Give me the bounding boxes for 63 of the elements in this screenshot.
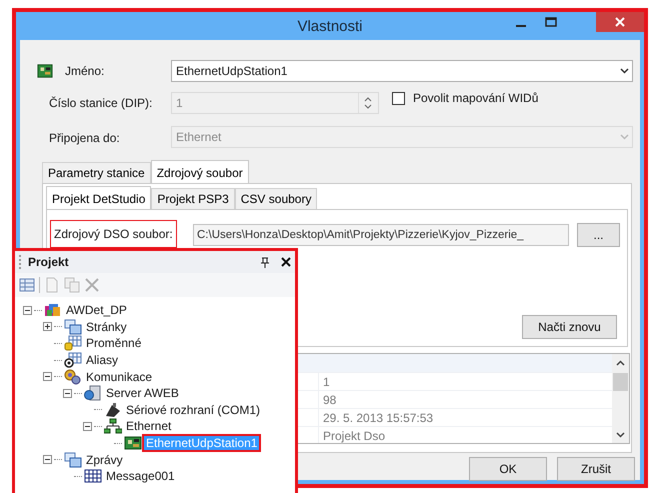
- gears-icon: [64, 368, 82, 385]
- tab[interactable]: Projekt DetStudio: [46, 186, 152, 210]
- connected-to-label: Připojena do:: [49, 130, 120, 144]
- tree-item[interactable]: AWDet_DP: [64, 303, 129, 318]
- scroll-down-icon[interactable]: [616, 432, 625, 438]
- network-tree-icon: [104, 418, 122, 434]
- dialog-button[interactable]: Zrušit: [557, 457, 635, 481]
- collapse-toggle[interactable]: [43, 455, 52, 464]
- scroll-thumb[interactable]: [613, 373, 628, 391]
- collapse-toggle[interactable]: [83, 422, 92, 431]
- table-cell: 29. 5. 2013 15:57:53: [318, 409, 434, 426]
- maximize-icon: [545, 17, 557, 27]
- tree-item[interactable]: Ethernet: [124, 419, 174, 434]
- table-cell: 98: [318, 391, 336, 408]
- checkbox[interactable]: [392, 92, 405, 104]
- checkbox-label: Povolit mapování WIDů: [413, 91, 538, 105]
- table-cylinder-icon: [64, 335, 82, 352]
- window-title: Vlastnosti: [297, 18, 363, 34]
- pin-icon: [261, 256, 269, 268]
- source-path-field[interactable]: C:\Users\Honza\Desktop\Amit\Projekty\Pizzerie\Kyjov_Pizzerie_: [193, 224, 569, 246]
- tab[interactable]: Projekt PSP3: [151, 188, 235, 209]
- reload-button[interactable]: Načti znovu: [522, 315, 617, 339]
- tree-item[interactable]: Komunikace: [84, 370, 154, 384]
- tab[interactable]: Parametry stanice: [42, 162, 151, 183]
- panel-title: Projekt: [28, 255, 70, 269]
- circuit-board-icon: [124, 435, 142, 452]
- expand-toggle[interactable]: [43, 322, 52, 332]
- collapse-toggle[interactable]: [43, 372, 52, 382]
- tree-item[interactable]: Server AWEB: [104, 386, 181, 400]
- source-file-label: Zdrojový DSO soubor:: [50, 220, 177, 248]
- connector-plug-icon: [104, 402, 122, 418]
- tree-item[interactable]: Proměnné: [84, 336, 144, 350]
- tree-item[interactable]: Message001: [104, 469, 177, 484]
- minimize-icon: [516, 25, 526, 27]
- tab[interactable]: Zdrojový soubor: [150, 160, 249, 184]
- table-cell: 1: [318, 373, 330, 390]
- name-combobox[interactable]: EthernetUdpStation1: [171, 60, 633, 82]
- close-icon: [281, 257, 291, 267]
- table-icon[interactable]: [19, 277, 35, 293]
- collapse-toggle[interactable]: [63, 388, 72, 398]
- tree-item[interactable]: Zprávy: [84, 452, 125, 467]
- browse-button[interactable]: ...: [577, 223, 620, 247]
- caret-icon: [620, 134, 628, 140]
- scroll-up-icon[interactable]: [616, 360, 625, 366]
- colorful-cube-icon: [44, 302, 62, 318]
- table-at-sign-icon: [64, 352, 82, 368]
- collapse-toggle[interactable]: [23, 306, 32, 315]
- server-globe-icon: [84, 385, 102, 402]
- circuit-board-icon: [37, 62, 53, 78]
- scrollbar[interactable]: [612, 354, 629, 443]
- tree-item[interactable]: Aliasy: [84, 353, 120, 368]
- station-number-label: Číslo stanice (DIP):: [49, 96, 152, 110]
- table-cell: Projekt Dso: [318, 427, 386, 443]
- caret-icon: [620, 68, 628, 74]
- tree-item[interactable]: Stránky: [84, 320, 129, 334]
- close-icon: [615, 17, 625, 27]
- dialog-button[interactable]: OK: [469, 457, 547, 481]
- grid-icon: [84, 468, 102, 484]
- tree-item[interactable]: Sériové rozhraní (COM1): [124, 402, 262, 417]
- window-stack-icon: [64, 452, 82, 468]
- name-label: Jméno:: [65, 64, 104, 78]
- window-stack-icon: [64, 318, 82, 335]
- tab[interactable]: CSV soubory: [234, 188, 318, 209]
